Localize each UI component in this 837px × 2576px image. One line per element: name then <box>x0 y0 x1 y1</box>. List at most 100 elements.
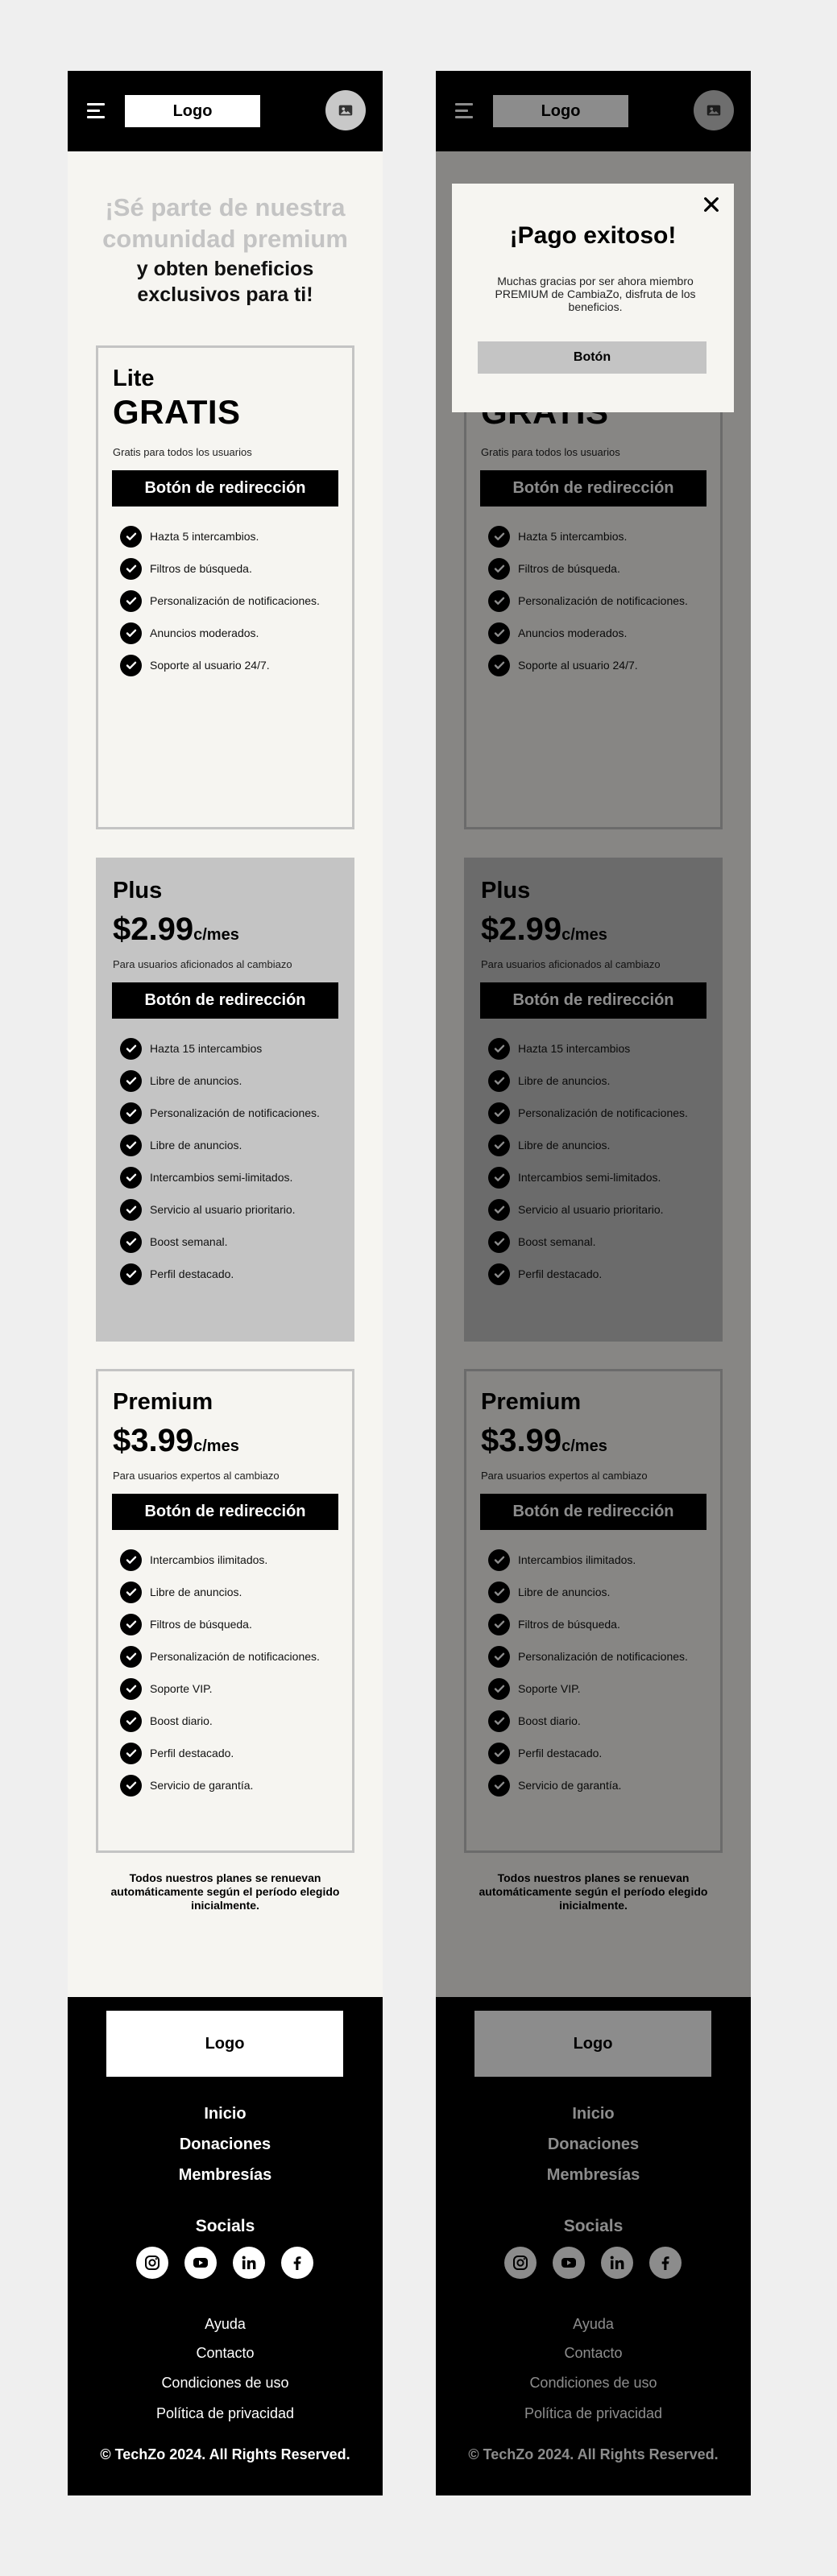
feature-text: Servicio al usuario prioritario. <box>150 1203 296 1216</box>
plan-name: Plus <box>113 878 163 903</box>
check-icon <box>120 1548 142 1571</box>
redirect-button[interactable]: Botón de redirección <box>112 982 338 1019</box>
check-icon <box>120 557 142 580</box>
plan-card-lite: Lite GRATIS Gratis para todos los usuari… <box>96 345 354 829</box>
copyright: © TechZo 2024. All Rights Reserved. <box>100 2446 350 2462</box>
social-row <box>136 2247 313 2279</box>
check-icon <box>120 1710 142 1732</box>
feature-text: Personalización de notificaciones. <box>150 1650 320 1663</box>
feature-item: Boost diario. <box>120 1705 320 1737</box>
check-icon <box>120 1613 142 1635</box>
hero-subtitle: y obten beneficios exclusivos para ti! <box>136 258 314 306</box>
feature-text: Servicio de garantía. <box>150 1779 254 1792</box>
renewal-note: Todos nuestros planes se renuevan automá… <box>110 1871 340 1912</box>
feature-text: Libre de anuncios. <box>150 1586 242 1598</box>
footer-link-contacto[interactable]: Contacto <box>68 2345 383 2362</box>
feature-text: Anuncios moderados. <box>150 626 259 639</box>
feature-item: Libre de anuncios. <box>120 1065 320 1097</box>
footer-nav-donaciones[interactable]: Donaciones <box>68 2136 383 2154</box>
feature-list: Hazta 15 intercambios Libre de anuncios. P… <box>120 1032 320 1290</box>
socials-title: Socials <box>195 2217 255 2235</box>
feature-item: Personalización de notificaciones. <box>120 1097 320 1129</box>
feature-item: Filtros de búsqueda. <box>120 552 320 585</box>
plan-name: Lite <box>113 366 155 391</box>
feature-item: Intercambios semi-limitados. <box>120 1161 320 1193</box>
plan-price-amount: $2.99 <box>113 912 194 947</box>
modal-backdrop[interactable] <box>436 151 751 2495</box>
check-icon <box>120 1581 142 1603</box>
feature-item: Hazta 5 intercambios. <box>120 520 320 552</box>
feature-item: Personalización de notificaciones. <box>120 585 320 617</box>
check-icon <box>120 1263 142 1285</box>
check-icon <box>120 1742 142 1764</box>
footer-link-privacidad[interactable]: Política de privacidad <box>68 2405 383 2422</box>
feature-item: Anuncios moderados. <box>120 617 320 649</box>
hamburger-icon[interactable] <box>87 103 105 119</box>
feature-text: Hazta 15 intercambios <box>150 1042 263 1055</box>
feature-text: Perfil destacado. <box>150 1267 234 1280</box>
header-logo[interactable]: Logo <box>125 95 260 127</box>
check-icon <box>120 622 142 644</box>
feature-list: Intercambios ilimitados. Libre de anuncio… <box>120 1544 320 1801</box>
instagram-icon[interactable] <box>136 2247 168 2279</box>
feature-text: Soporte al usuario 24/7. <box>150 659 270 672</box>
feature-item: Perfil destacado. <box>120 1258 320 1290</box>
hero: ¡Sé parte de nuestra comunidad premium y… <box>84 192 367 308</box>
feature-item: Personalización de notificaciones. <box>120 1640 320 1673</box>
plan-description: Para usuarios aficionados al cambiazo <box>113 958 292 970</box>
check-icon <box>120 1230 142 1253</box>
phone-screen-default: Logo ¡Sé parte de nuestra comunidad prem… <box>68 71 383 2495</box>
feature-text: Intercambios ilimitados. <box>150 1553 268 1566</box>
modal-title: ¡Pago exitoso! <box>509 222 677 249</box>
plan-card-plus: Plus $2.99c/mes Para usuarios aficionado… <box>96 858 354 1342</box>
feature-item: Perfil destacado. <box>120 1737 320 1769</box>
feature-text: Soporte VIP. <box>150 1682 213 1695</box>
image-icon <box>338 105 353 116</box>
footer-link-condiciones[interactable]: Condiciones de uso <box>68 2375 383 2392</box>
avatar[interactable] <box>325 90 366 130</box>
check-icon <box>120 1069 142 1092</box>
modal-backdrop-header <box>436 71 751 151</box>
feature-list: Hazta 5 intercambios. Filtros de búsqueda… <box>120 520 320 681</box>
hero-title: ¡Sé parte de nuestra comunidad premium <box>102 193 348 253</box>
feature-item: Hazta 15 intercambios <box>120 1032 320 1065</box>
feature-text: Boost semanal. <box>150 1235 228 1248</box>
facebook-icon[interactable] <box>281 2247 313 2279</box>
feature-item: Libre de anuncios. <box>120 1129 320 1161</box>
redirect-button[interactable]: Botón de redirección <box>112 470 338 507</box>
check-icon <box>120 1037 142 1060</box>
feature-item: Servicio de garantía. <box>120 1769 320 1801</box>
feature-item: Libre de anuncios. <box>120 1576 320 1608</box>
feature-text: Libre de anuncios. <box>150 1139 242 1152</box>
footer-link-ayuda[interactable]: Ayuda <box>68 2316 383 2333</box>
feature-text: Libre de anuncios. <box>150 1074 242 1087</box>
feature-text: Personalización de notificaciones. <box>150 1106 320 1119</box>
feature-item: Filtros de búsqueda. <box>120 1608 320 1640</box>
payment-success-modal: ¡Pago exitoso! Muchas gracias por ser ah… <box>452 184 734 412</box>
check-icon <box>120 1774 142 1797</box>
modal-text: Muchas gracias por ser ahora miembro PRE… <box>495 275 696 313</box>
check-icon <box>120 1166 142 1189</box>
phone-screen-payment-success: Logo ¡Sé parte de nuestra comunidad prem… <box>436 71 751 2495</box>
check-icon <box>120 1677 142 1700</box>
footer-nav-membresias[interactable]: Membresías <box>68 2166 383 2185</box>
modal-button[interactable]: Botón <box>478 341 706 374</box>
linkedin-icon[interactable] <box>233 2247 265 2279</box>
check-icon <box>120 1102 142 1124</box>
feature-text: Filtros de búsqueda. <box>150 562 252 575</box>
check-icon <box>120 654 142 676</box>
close-icon[interactable] <box>700 193 723 216</box>
youtube-icon[interactable] <box>184 2247 217 2279</box>
feature-text: Personalización de notificaciones. <box>150 594 320 607</box>
plan-price: $3.99c/mes <box>113 1423 239 1459</box>
feature-item: Soporte VIP. <box>120 1673 320 1705</box>
plan-card-premium: Premium $3.99c/mes Para usuarios experto… <box>96 1369 354 1853</box>
plan-price: GRATIS <box>113 393 241 431</box>
footer-nav-inicio[interactable]: Inicio <box>68 2105 383 2123</box>
footer-logo[interactable]: Logo <box>106 2011 343 2077</box>
feature-text: Perfil destacado. <box>150 1747 234 1759</box>
redirect-button[interactable]: Botón de redirección <box>112 1494 338 1530</box>
app-header: Logo <box>68 71 383 151</box>
check-icon <box>120 589 142 612</box>
check-icon <box>120 1198 142 1221</box>
